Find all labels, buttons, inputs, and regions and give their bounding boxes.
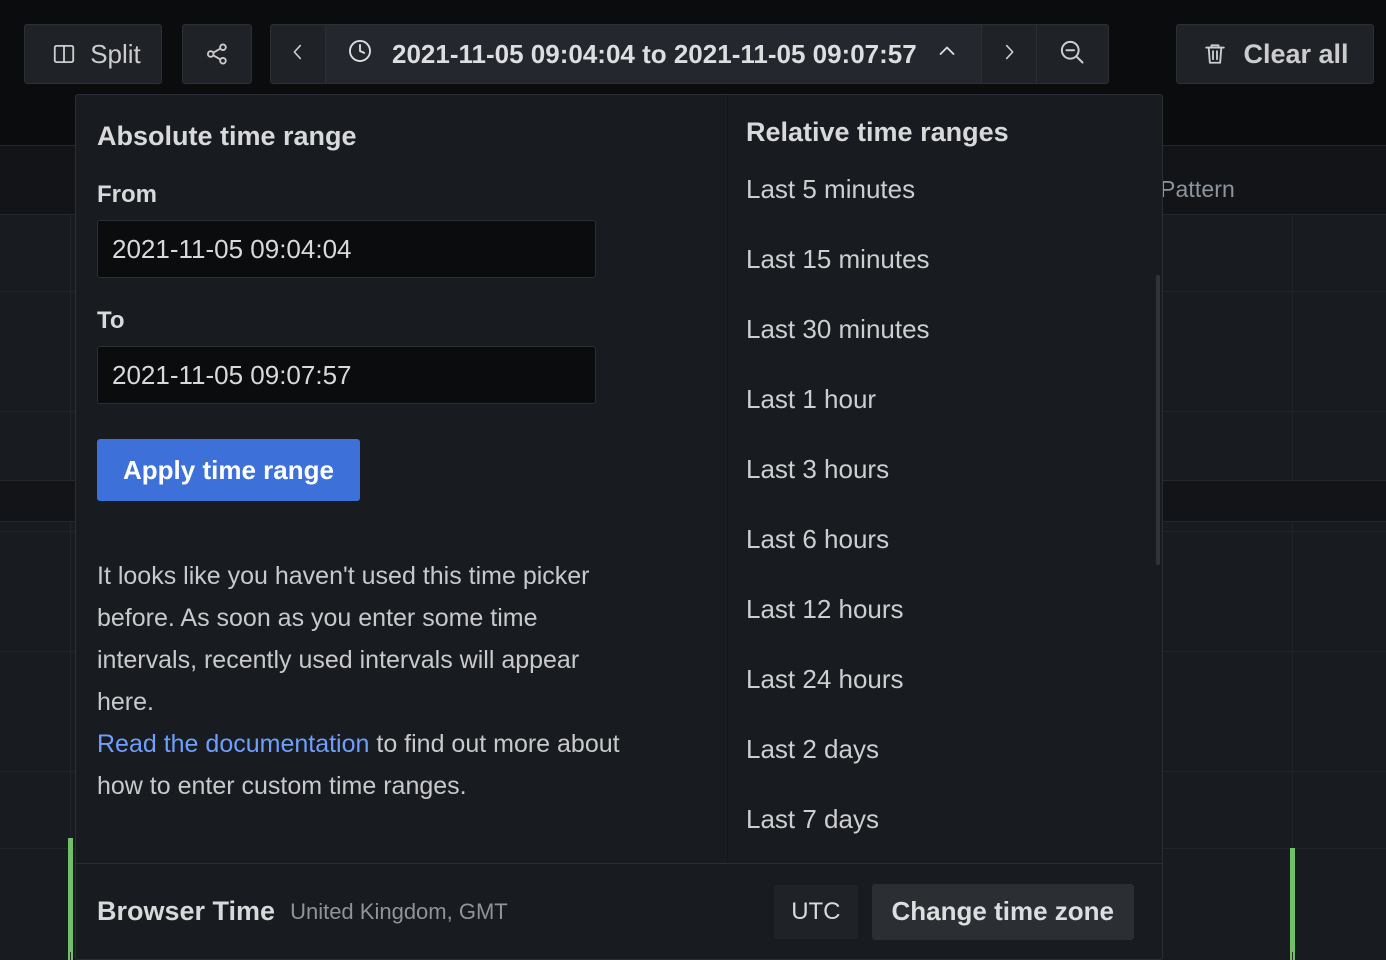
relative-time-range-item[interactable]: Last 6 hours — [728, 504, 1162, 574]
browser-time-label: Browser Time — [97, 896, 275, 927]
zoom-out-icon — [1057, 37, 1087, 72]
time-picker-group: 2021-11-05 09:04:04 to 2021-11-05 09:07:… — [270, 24, 1109, 84]
browser-time-sublabel: United Kingdom, GMT — [290, 899, 508, 925]
time-picker-body: Absolute time range From To Apply time r… — [76, 95, 1162, 863]
trash-icon — [1201, 40, 1229, 68]
utc-badge: UTC — [774, 885, 857, 939]
relative-time-range-item[interactable]: Last 7 days — [728, 784, 1162, 854]
share-button[interactable] — [182, 24, 252, 84]
chevron-left-icon — [287, 41, 309, 68]
relative-time-ranges-pane: Relative time ranges Last 5 minutesLast … — [728, 95, 1162, 863]
relative-time-range-item[interactable]: Last 24 hours — [728, 644, 1162, 714]
apply-time-range-button[interactable]: Apply time range — [97, 439, 360, 501]
chevron-right-icon — [998, 41, 1020, 68]
relative-time-ranges-title: Relative time ranges — [728, 117, 1162, 154]
from-label: From — [97, 181, 727, 209]
time-picker-footer: Browser Time United Kingdom, GMT UTC Cha… — [76, 863, 1162, 959]
to-label: To — [97, 307, 727, 335]
app-root: Pattern Split — [0, 0, 1386, 960]
absolute-time-range-title: Absolute time range — [97, 121, 727, 152]
time-shift-forward-button[interactable] — [982, 25, 1036, 83]
relative-time-range-item[interactable]: Last 30 minutes — [728, 294, 1162, 364]
time-range-label: 2021-11-05 09:04:04 to 2021-11-05 09:07:… — [392, 39, 917, 70]
columns-icon — [51, 41, 77, 67]
histogram-bar — [1290, 848, 1295, 960]
absolute-time-range-pane: Absolute time range From To Apply time r… — [76, 95, 728, 863]
change-time-zone-button[interactable]: Change time zone — [872, 884, 1134, 940]
time-shift-backward-button[interactable] — [271, 25, 325, 83]
relative-time-range-item[interactable]: Last 2 days — [728, 714, 1162, 784]
zoom-out-button[interactable] — [1036, 25, 1108, 83]
clear-all-button[interactable]: Clear all — [1176, 24, 1374, 84]
split-button-label: Split — [90, 39, 141, 70]
time-picker-help-text: It looks like you haven't used this time… — [97, 555, 637, 807]
clock-icon — [346, 37, 374, 72]
explore-toolbar: Split — [0, 0, 1386, 108]
relative-time-range-item[interactable]: Last 5 minutes — [728, 154, 1162, 224]
relative-time-ranges-list: Last 5 minutesLast 15 minutesLast 30 min… — [728, 154, 1162, 854]
share-alt-icon — [204, 41, 230, 67]
from-input[interactable] — [97, 220, 596, 278]
split-button[interactable]: Split — [24, 24, 162, 84]
time-range-button[interactable]: 2021-11-05 09:04:04 to 2021-11-05 09:07:… — [325, 25, 982, 83]
relative-time-range-item[interactable]: Last 12 hours — [728, 574, 1162, 644]
chevron-up-icon — [935, 39, 959, 70]
relative-list-scrollbar[interactable] — [1156, 275, 1160, 565]
clear-all-label: Clear all — [1243, 39, 1348, 70]
documentation-link[interactable]: Read the documentation — [97, 730, 369, 758]
column-header-pattern: Pattern — [1160, 176, 1235, 203]
relative-time-range-item[interactable]: Last 1 hour — [728, 364, 1162, 434]
relative-time-range-item[interactable]: Last 3 hours — [728, 434, 1162, 504]
histogram-bar — [68, 838, 73, 960]
to-input[interactable] — [97, 346, 596, 404]
relative-time-range-item[interactable]: Last 15 minutes — [728, 224, 1162, 294]
help-text-body: It looks like you haven't used this time… — [97, 562, 590, 716]
time-picker-dropdown: Absolute time range From To Apply time r… — [75, 94, 1163, 960]
